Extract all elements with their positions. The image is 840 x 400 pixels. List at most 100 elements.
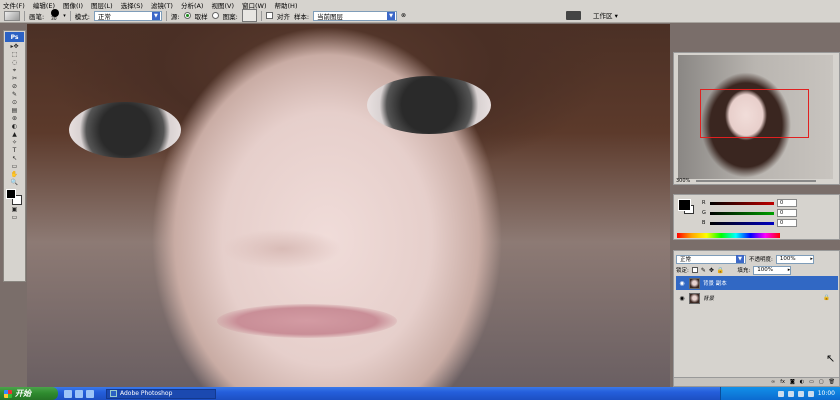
channel-value[interactable]: 0 — [777, 199, 797, 207]
aligned-checkbox[interactable] — [265, 12, 273, 19]
visibility-eye-icon[interactable]: ◉ — [678, 279, 686, 287]
foreground-color-swatch[interactable] — [5, 189, 16, 199]
tool-button[interactable]: ⌖ — [6, 67, 23, 74]
navigator-zoom[interactable]: 300% — [676, 178, 690, 184]
navigator-panel: 300% — [673, 52, 840, 185]
blend-mode-select[interactable]: 正常 ▼ — [676, 254, 746, 264]
tool-button[interactable]: ✧ — [6, 139, 23, 146]
tool-button[interactable]: ⊛ — [6, 115, 23, 122]
lock-pixels-icon[interactable]: ✎ — [701, 267, 706, 274]
tool-button[interactable]: T — [6, 147, 23, 154]
layer-name: 背景 — [703, 296, 715, 302]
brush-picker[interactable]: 30 — [48, 9, 60, 22]
chevron-right-icon: ▸ — [787, 267, 791, 273]
screen-mode-icon[interactable]: ▭ — [6, 214, 23, 221]
tool-button[interactable]: ✋ — [6, 171, 23, 178]
pattern-label: 图案: — [222, 12, 238, 21]
color-slider-row[interactable]: R0 — [702, 199, 797, 207]
quick-launch — [64, 389, 94, 398]
palette-well-icon[interactable] — [566, 11, 581, 20]
tool-button[interactable]: ✎ — [6, 91, 23, 98]
layer-options-row: 正常 ▼ 不透明度: 100% ▸ — [676, 254, 839, 264]
tray-icon[interactable] — [787, 390, 794, 397]
ie-icon[interactable] — [64, 389, 72, 398]
ignore-adjustment-icon[interactable]: ⊗ — [401, 12, 406, 19]
opacity-field[interactable]: 100% ▸ — [775, 254, 814, 264]
system-tray: 10:00 — [720, 387, 840, 400]
opacity-label: 不透明度: — [749, 257, 773, 263]
color-ramp[interactable] — [677, 233, 780, 238]
fill-field[interactable]: 100% ▸ — [753, 265, 792, 275]
separator — [24, 10, 25, 21]
foreground-color-swatch[interactable] — [678, 199, 691, 211]
view-box[interactable] — [700, 89, 809, 138]
mode-select[interactable]: 正常 ▼ — [93, 10, 162, 21]
photoshop-icon — [110, 390, 117, 397]
tool-button[interactable]: ▤ — [6, 107, 23, 114]
channel-value[interactable]: 0 — [777, 209, 797, 217]
tool-button[interactable]: ⊘ — [6, 83, 23, 90]
tray-icon[interactable] — [807, 390, 814, 397]
tool-button[interactable]: ▸✥ — [6, 43, 23, 50]
desktop-icon[interactable] — [75, 389, 83, 398]
tool-preset-icon[interactable] — [4, 10, 20, 21]
channel-slider[interactable] — [710, 221, 774, 225]
fill-label: 填充: — [737, 268, 751, 274]
color-slider-row[interactable]: B0 — [702, 219, 797, 227]
chevron-down-icon[interactable]: ▾ — [63, 13, 66, 19]
layer-style-icon[interactable]: fx — [780, 379, 785, 385]
dropdown-arrow-icon: ▼ — [387, 11, 396, 20]
tool-button[interactable]: ▲ — [6, 131, 23, 138]
taskbar-photoshop-button[interactable]: Adobe Photoshop — [106, 388, 216, 399]
new-layer-icon[interactable]: ▢ — [819, 379, 824, 385]
visibility-eye-icon[interactable]: ◉ — [678, 294, 686, 302]
navigator-thumbnail[interactable] — [678, 55, 833, 179]
tool-button[interactable]: ▭ — [6, 163, 23, 170]
lock-transparency-icon[interactable] — [691, 267, 698, 273]
tool-button[interactable]: ✂ — [6, 75, 23, 82]
start-button[interactable]: 开始 — [0, 387, 58, 400]
brush-swatch-icon — [51, 9, 60, 17]
document-canvas[interactable] — [27, 24, 670, 387]
lock-all-icon[interactable]: 🔒 — [717, 267, 724, 274]
zoom-slider[interactable] — [696, 180, 816, 182]
channel-value[interactable]: 0 — [777, 219, 797, 227]
adjustment-layer-icon[interactable]: ◐ — [800, 379, 804, 385]
pattern-picker[interactable] — [241, 9, 257, 22]
layer-row[interactable]: ◉ 背景 🔒 — [676, 291, 838, 305]
separator — [260, 10, 262, 21]
layer-name: 背景 副本 — [703, 281, 727, 287]
lock-position-icon[interactable]: ✥ — [709, 267, 714, 274]
mode-label: 模式: — [74, 12, 90, 21]
layers-panel: 正常 ▼ 不透明度: 100% ▸ 锁定: ✎ ✥ 🔒 填充: 100% ▸ ◉ 背景… — [673, 250, 840, 387]
workspace-menu[interactable]: 工作区 ▾ — [593, 10, 618, 20]
tool-button[interactable]: ◌ — [6, 59, 23, 66]
tool-button[interactable]: ↖ — [6, 155, 23, 162]
chevron-right-icon: ▸ — [810, 256, 813, 262]
tray-icon[interactable] — [777, 390, 784, 397]
channel-slider[interactable] — [710, 201, 774, 205]
pattern-radio[interactable] — [211, 12, 219, 19]
media-icon[interactable] — [86, 389, 94, 398]
layer-lock-row: 锁定: ✎ ✥ 🔒 填充: 100% ▸ — [676, 265, 839, 275]
new-group-icon[interactable]: ▭ — [809, 379, 814, 385]
aligned-label: 对齐 — [276, 12, 290, 21]
add-mask-icon[interactable]: ◙ — [790, 379, 795, 385]
tool-button[interactable]: ⊙ — [6, 99, 23, 106]
ps-logo: Ps — [5, 32, 24, 42]
sampled-radio[interactable] — [183, 12, 191, 19]
link-layers-icon[interactable]: ∞ — [771, 379, 775, 385]
quick-mask-icon[interactable]: ▣ — [6, 206, 23, 213]
channel-slider[interactable] — [710, 211, 774, 215]
nose — [222, 229, 342, 269]
tool-button[interactable]: ◐ — [6, 123, 23, 130]
color-slider-row[interactable]: G0 — [702, 209, 797, 217]
trash-icon[interactable]: 🗑 — [829, 379, 835, 385]
tray-icon[interactable] — [797, 390, 804, 397]
color-swatches[interactable] — [5, 189, 24, 205]
sample-select[interactable]: 当前图层 ▼ — [313, 10, 398, 21]
tool-button[interactable]: 🔍 — [6, 179, 23, 186]
layer-row[interactable]: ◉ 背景 副本 — [676, 276, 838, 290]
tool-button[interactable]: ⬚ — [6, 51, 23, 58]
lips — [217, 304, 397, 338]
